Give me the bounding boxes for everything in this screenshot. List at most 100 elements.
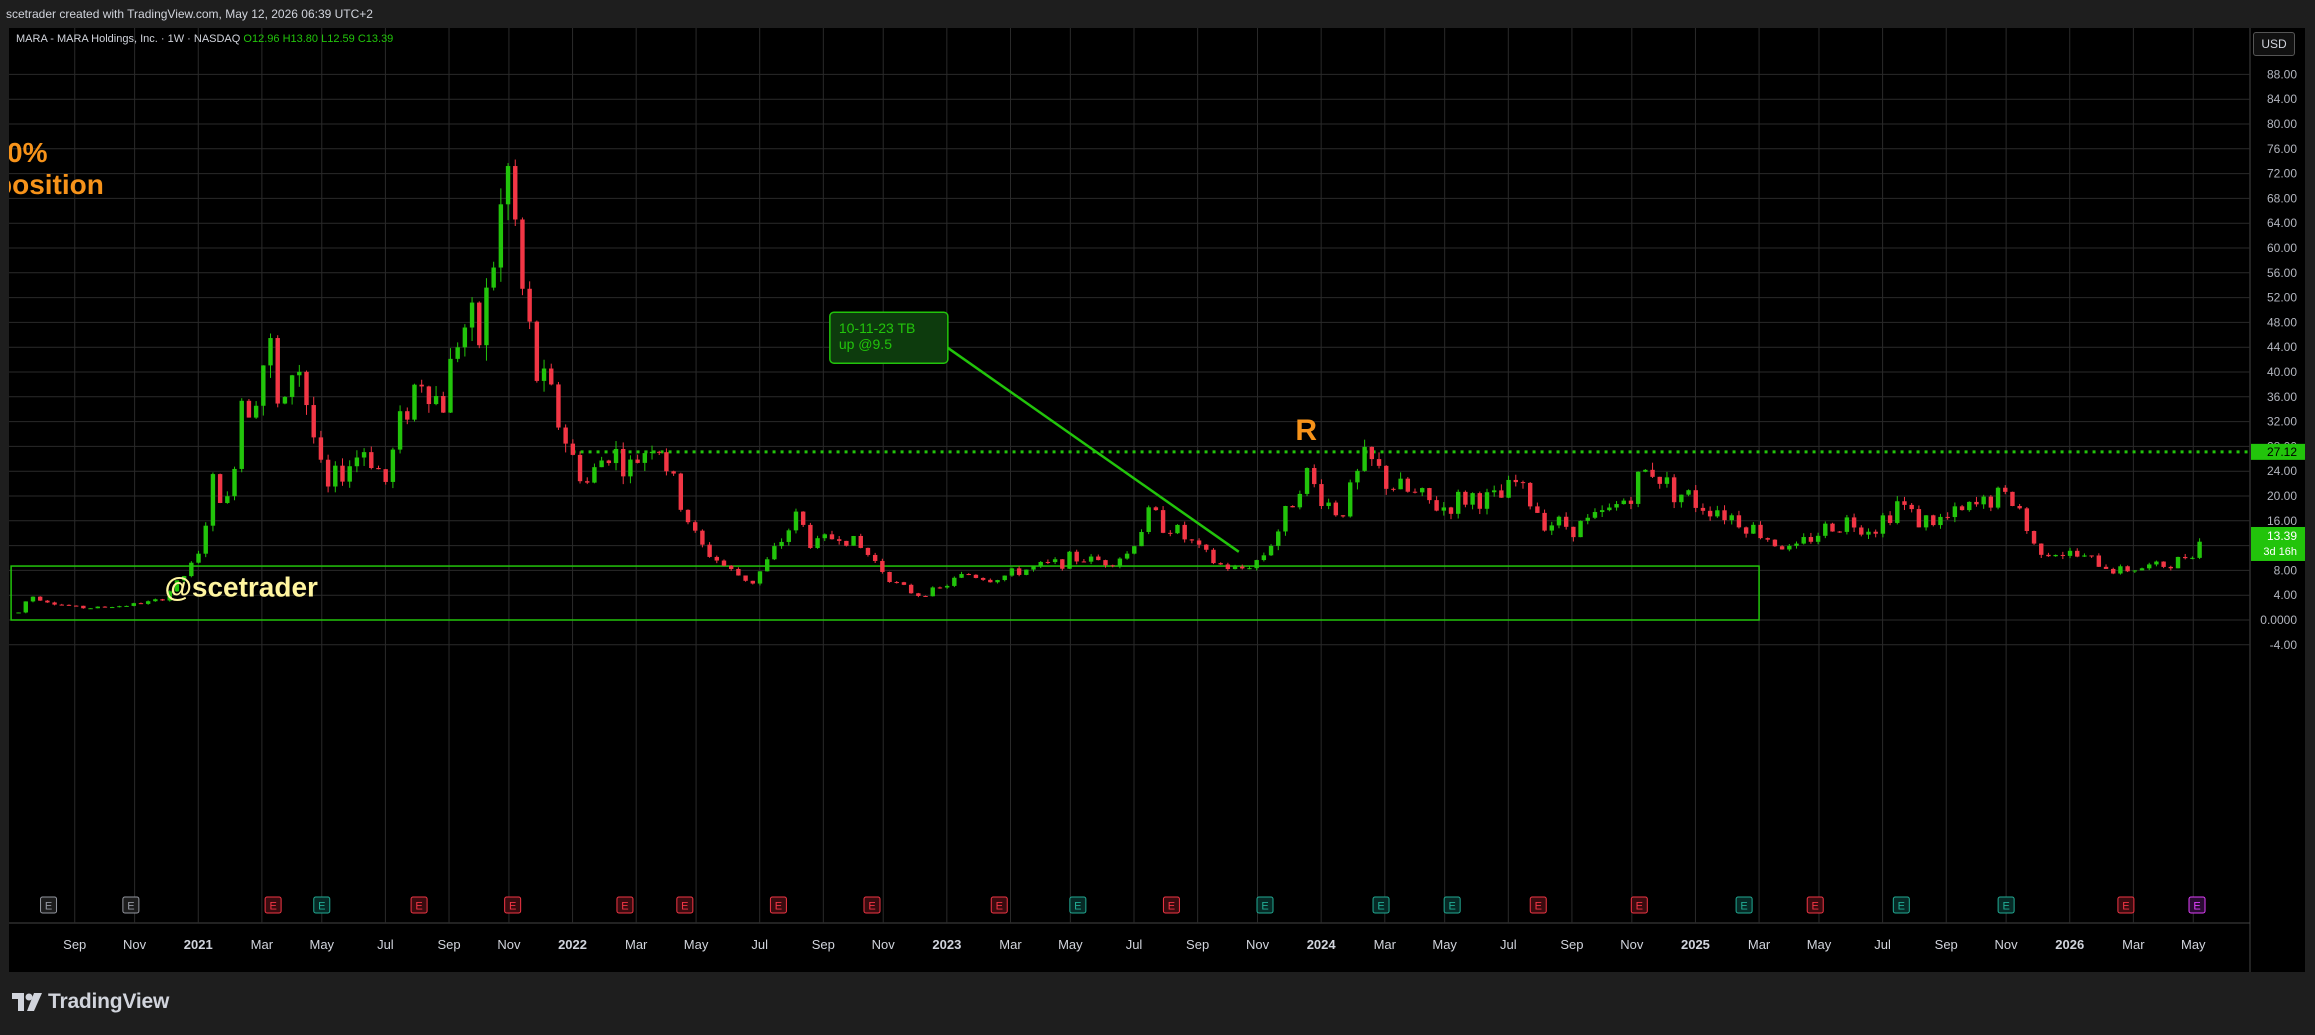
candle-body (1808, 537, 1814, 542)
candle-body (2183, 556, 2188, 559)
candle-body (1945, 516, 1950, 518)
x-tick-label: Nov (123, 937, 147, 952)
candle-body (2132, 570, 2138, 572)
left-partial-text-line1: 0% (9, 137, 48, 168)
candle-body (1463, 491, 1468, 505)
y-tick-label: 84.00 (2267, 92, 2297, 106)
x-tick-label: Mar (1748, 937, 1771, 952)
candle-body (1923, 515, 1929, 528)
candle-body (642, 453, 648, 463)
created-by-text: scetrader created with TradingView.com, … (6, 7, 373, 21)
price-chart[interactable]: 88.00 84.00 80.00 76.00 72.00 68.00 64.00 60.00… (9, 28, 2305, 972)
candle-body (2075, 550, 2080, 557)
x-tick-label: Sep (1935, 937, 1958, 952)
symbol-title: MARA - MARA Holdings, Inc. · 1W · NASDAQ (16, 33, 241, 45)
candle-body (1290, 506, 1295, 508)
earnings-marker-label: E (2193, 901, 2200, 913)
candle-body (2118, 566, 2123, 574)
candle-body (448, 358, 453, 413)
candle-body (2197, 541, 2202, 558)
x-tick-label: Jul (377, 937, 394, 952)
candle-body (1959, 506, 1965, 511)
candle-body (1988, 496, 1994, 508)
candle-body (541, 368, 547, 381)
candle-body (1168, 532, 1173, 534)
candle-body (1981, 496, 1986, 505)
candle-body (1412, 491, 1418, 493)
candle-body (959, 574, 964, 578)
candle-body (1196, 540, 1202, 545)
tradingview-logo[interactable]: TradingView (12, 990, 169, 1014)
candle-body (1599, 510, 1605, 513)
candle-body (441, 396, 446, 413)
x-tick-label: May (1058, 937, 1083, 952)
candle-body (829, 534, 835, 540)
candle-body (1823, 523, 1828, 536)
candle-body (952, 577, 957, 586)
candle-body (1895, 501, 1900, 523)
candle-body (1542, 512, 1547, 531)
x-tick-label: May (684, 937, 709, 952)
candle-body (1779, 546, 1785, 550)
candle-body (1520, 482, 1526, 484)
candle-body (1369, 446, 1375, 460)
candle-body (1391, 488, 1396, 490)
candle-body (23, 601, 28, 613)
candle-body (1420, 488, 1425, 493)
candle-body (1614, 504, 1619, 508)
earnings-marker-label: E (1448, 901, 1455, 913)
candle-body (246, 400, 252, 418)
candle-body (570, 443, 576, 455)
chart-frame[interactable]: 88.00 84.00 80.00 76.00 72.00 68.00 64.00 60.00… (9, 28, 2305, 972)
candle-body (1283, 506, 1288, 532)
candle-body (1535, 506, 1540, 513)
candle-body (117, 606, 122, 608)
candle-body (131, 603, 136, 606)
candle-body (2175, 556, 2181, 569)
candle-body (836, 539, 842, 541)
tradingview-logo-icon (12, 993, 42, 1011)
candle-body (786, 530, 791, 542)
candle-body (1175, 524, 1180, 534)
candle-body (1117, 558, 1123, 566)
x-tick-label: Nov (1995, 937, 2019, 952)
legend-low: L12.59 (321, 33, 355, 45)
candle-body (916, 593, 921, 596)
candle-body (815, 538, 820, 548)
earnings-marker-label: E (2002, 901, 2009, 913)
annotation-text-line1: 10-11-23 TB (839, 320, 916, 336)
candle-body (1254, 560, 1259, 569)
candle-body (1563, 516, 1569, 527)
x-tick-label: Sep (812, 937, 835, 952)
candle-body (1240, 566, 1245, 569)
candle-body (1225, 564, 1231, 570)
candle-body (1398, 478, 1403, 490)
candle-body (1060, 559, 1065, 569)
symbol-legend[interactable]: MARA - MARA Holdings, Inc. · 1W · NASDAQ… (16, 33, 393, 45)
candle-body (1902, 501, 1907, 505)
earnings-marker-label: E (1168, 901, 1175, 913)
legend-high: H13.80 (282, 33, 319, 45)
candle-body (1304, 468, 1310, 494)
candle-body (81, 605, 86, 609)
candle-body (988, 579, 993, 583)
candle-body (383, 469, 388, 482)
candle-body (1103, 560, 1108, 566)
x-tick-label: Mar (999, 937, 1022, 952)
x-tick-label: Nov (872, 937, 896, 952)
candle-body (908, 584, 914, 594)
candle-body (606, 460, 612, 464)
earnings-marker-label: E (775, 901, 782, 913)
candle-body (549, 368, 554, 385)
currency-button[interactable]: USD (2253, 32, 2295, 56)
resistance-marker: R (1295, 414, 1317, 447)
candle-body (1204, 544, 1209, 550)
candle-body (505, 166, 511, 205)
y-tick-label: 0.0000 (2260, 613, 2297, 627)
candle-body (1376, 459, 1382, 466)
candle-body (1031, 566, 1036, 570)
candle-body (52, 602, 57, 605)
y-tick-label: 16.00 (2267, 514, 2297, 528)
candle-body (563, 427, 568, 444)
candle-body (2024, 508, 2030, 531)
